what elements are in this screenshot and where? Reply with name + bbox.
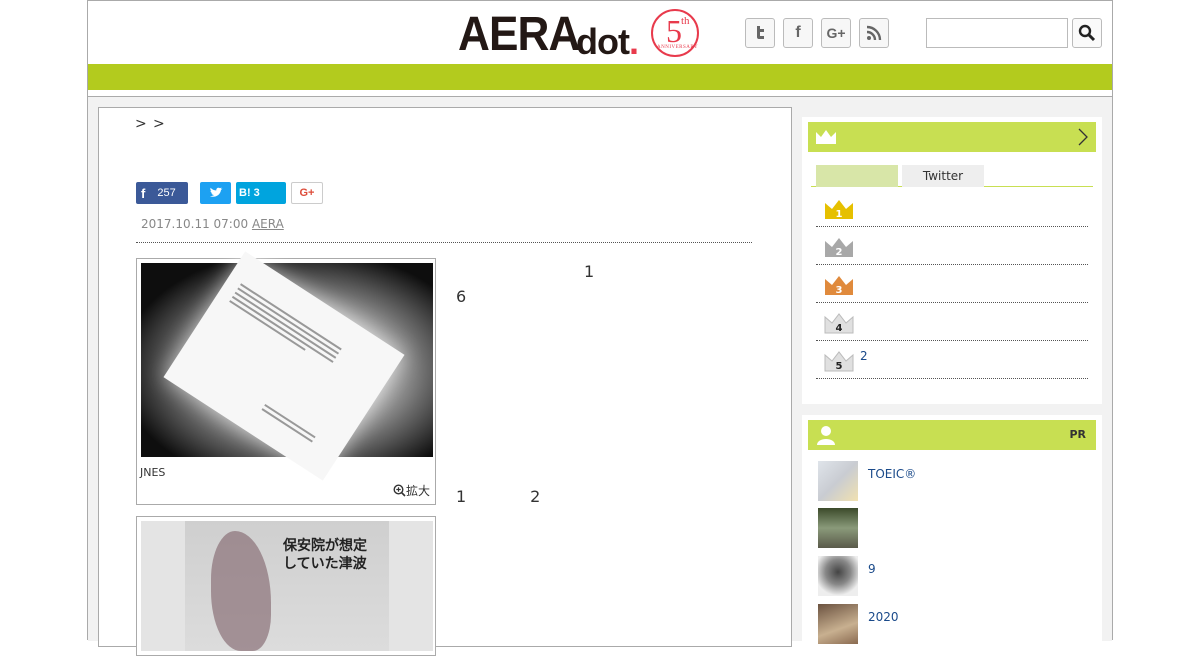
global-nav-bar	[88, 64, 1112, 90]
pr-thumbnail	[818, 604, 858, 644]
zoom-label: 拡大	[406, 484, 431, 498]
breadcrumb-separator: >	[153, 116, 165, 132]
search-icon	[1078, 24, 1096, 42]
pr-item[interactable]: TOEIC®	[818, 461, 1088, 501]
ranking-item-5[interactable]: 52	[816, 341, 1088, 379]
pr-thumbnail	[818, 556, 858, 596]
site-logo[interactable]: AERA dot. 5 th ANNIVERSARY	[458, 7, 708, 63]
facebook-button[interactable]: f	[783, 18, 813, 48]
ranking-tabs: Twitter	[811, 165, 1093, 187]
pr-item[interactable]: 2020	[818, 604, 1088, 644]
rss-icon	[866, 25, 882, 41]
person-icon	[817, 426, 835, 445]
paragraph	[456, 334, 756, 384]
divider	[136, 242, 752, 243]
anniversary-badge: 5 th ANNIVERSARY	[651, 9, 699, 57]
ranking-item-4[interactable]: 4	[816, 303, 1088, 341]
anniversary-suffix: th	[681, 15, 690, 27]
logo-dot-word: dot	[576, 21, 630, 62]
logo-dot-mark: .	[628, 21, 639, 62]
breadcrumb-separator: >	[135, 116, 147, 132]
pr-item-title: 2020	[868, 610, 899, 624]
zoom-link[interactable]: 拡大	[393, 482, 430, 499]
twitter-bird-icon	[209, 187, 222, 197]
ranking-item-1[interactable]: 1	[816, 189, 1088, 227]
chevron-right-icon	[1078, 128, 1088, 146]
ranking-widget: Twitter 123452	[802, 117, 1102, 404]
ranking-header[interactable]	[808, 122, 1096, 152]
googleplus-share-button[interactable]: G+	[291, 182, 323, 204]
hatena-bookmark-button[interactable]: B! 3	[236, 182, 286, 204]
tab-access[interactable]	[816, 165, 898, 187]
rank-crown-icon: 2	[825, 238, 853, 258]
rank-number: 3	[836, 285, 843, 296]
article-date: 2017.10.11 07:00	[141, 217, 249, 231]
content-area: > > f 257 B! 3 G+ 2017.10.11 07:00 AERA	[88, 96, 1112, 656]
tweet-button[interactable]	[200, 182, 231, 204]
page-frame: AERA dot. 5 th ANNIVERSARY f G+ > > f 25…	[87, 0, 1113, 656]
article: > > f 257 B! 3 G+ 2017.10.11 07:00 AERA	[98, 107, 792, 656]
map-title: 保安院が想定 していた津波	[283, 538, 367, 572]
crown-icon	[816, 130, 836, 144]
paragraph: 1 6	[456, 262, 595, 306]
rank-crown-icon: 4	[824, 313, 854, 334]
pr-item-title: TOEIC®	[868, 467, 917, 481]
googleplus-icon: G+	[299, 187, 315, 199]
ranking-item-title: 2	[860, 349, 868, 363]
logo-aera-text: AERA	[458, 8, 580, 61]
rank-number: 4	[836, 323, 843, 334]
facebook-icon: f	[141, 185, 146, 201]
hatena-icon: B!	[239, 187, 251, 199]
facebook-share-button[interactable]: f 257	[136, 182, 188, 204]
twitter-icon	[757, 26, 764, 39]
search-input[interactable]	[926, 18, 1068, 48]
facebook-share-count: 257	[157, 187, 176, 199]
search-button[interactable]	[1072, 18, 1102, 48]
anniversary-text: ANNIVERSARY	[657, 45, 699, 50]
document-paper	[163, 251, 405, 481]
pr-widget: PR TOEIC® 9 2020	[802, 415, 1102, 655]
figure-caption: JNES	[140, 466, 166, 479]
googleplus-icon: G+	[826, 25, 846, 41]
pr-label: PR	[1069, 428, 1086, 441]
ranking-item-3[interactable]: 3	[816, 265, 1088, 303]
rank-crown-icon: 1	[825, 200, 853, 220]
pr-thumbnail	[818, 508, 858, 548]
article-meta: 2017.10.11 07:00 AERA	[141, 217, 284, 231]
rank-number: 2	[836, 247, 843, 258]
rss-button[interactable]	[859, 18, 889, 48]
figure-2: 保安院が想定 していた津波	[136, 516, 436, 656]
facebook-icon: f	[795, 24, 801, 41]
paragraph: 1 2	[456, 487, 541, 506]
pr-item[interactable]	[818, 508, 1088, 548]
rank-crown-icon: 5	[824, 351, 854, 372]
figure-1: JNES 拡大	[136, 251, 436, 505]
googleplus-button[interactable]: G+	[821, 18, 851, 48]
logo-dot-text: dot.	[576, 21, 639, 63]
ranking-item-2[interactable]: 2	[816, 227, 1088, 265]
pr-item[interactable]: 9	[818, 556, 1088, 596]
tsunami-map-image[interactable]: 保安院が想定 していた津波	[141, 521, 433, 651]
rank-number: 1	[836, 209, 843, 220]
rank-number: 5	[836, 361, 843, 372]
pr-header: PR	[808, 420, 1096, 450]
rank-crown-icon: 3	[825, 276, 853, 296]
twitter-button[interactable]	[745, 18, 775, 48]
document-photo[interactable]	[141, 251, 433, 481]
hatena-count: 3	[253, 187, 260, 199]
article-body: 1 6 1 2	[456, 259, 756, 509]
article-source-link[interactable]: AERA	[252, 217, 284, 231]
pr-thumbnail	[818, 461, 858, 501]
zoom-in-icon	[393, 484, 406, 497]
site-header: AERA dot. 5 th ANNIVERSARY f G+	[88, 1, 1112, 64]
related-article-link[interactable]	[456, 409, 756, 434]
tab-twitter[interactable]: Twitter	[902, 165, 984, 187]
pr-item-title: 9	[868, 562, 876, 576]
